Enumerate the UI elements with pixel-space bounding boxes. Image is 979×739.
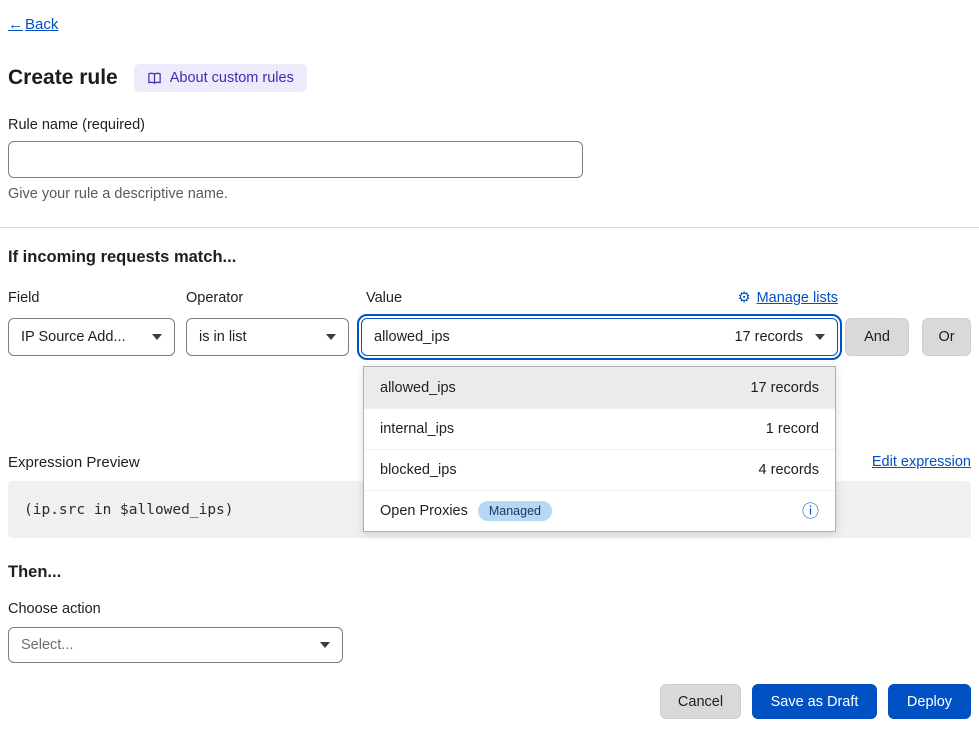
info-icon[interactable]: ⓘ — [802, 503, 819, 520]
expression-code: (ip.src in $allowed_ips) — [24, 502, 234, 518]
action-select-placeholder: Select... — [21, 637, 312, 653]
list-option-allowed-ips[interactable]: allowed_ips 17 records — [364, 367, 835, 408]
list-option-records: 4 records — [759, 462, 819, 478]
field-label: Field — [8, 290, 39, 306]
page-title: Create rule — [8, 66, 118, 90]
operator-select-value: is in list — [199, 329, 318, 345]
section-divider — [0, 227, 979, 228]
field-select-value: IP Source Add... — [21, 329, 144, 345]
value-select-value: allowed_ips — [374, 329, 726, 345]
value-select[interactable]: allowed_ips 17 records — [361, 318, 838, 356]
and-button[interactable]: And — [845, 318, 909, 356]
field-select[interactable]: IP Source Add... — [8, 318, 175, 356]
value-select-records: 17 records — [734, 329, 803, 345]
match-section-heading: If incoming requests match... — [8, 248, 236, 267]
operator-label: Operator — [186, 290, 243, 306]
cancel-button[interactable]: Cancel — [660, 684, 741, 719]
list-option-open-proxies[interactable]: Open Proxies Managed ⓘ — [364, 490, 835, 531]
list-option-name: allowed_ips — [380, 380, 456, 396]
list-option-blocked-ips[interactable]: blocked_ips 4 records — [364, 449, 835, 490]
list-option-name: blocked_ips — [380, 462, 457, 478]
or-button[interactable]: Or — [922, 318, 971, 356]
list-option-internal-ips[interactable]: internal_ips 1 record — [364, 408, 835, 449]
rule-name-label: Rule name (required) — [8, 117, 145, 133]
back-link[interactable]: ←Back — [8, 16, 58, 33]
manage-lists-link[interactable]: ⚙ Manage lists — [738, 290, 838, 306]
about-custom-rules-label: About custom rules — [170, 70, 294, 86]
list-option-name: Open Proxies — [380, 503, 468, 519]
save-as-draft-button[interactable]: Save as Draft — [752, 684, 877, 719]
list-dropdown-menu: allowed_ips 17 records internal_ips 1 re… — [363, 366, 836, 532]
about-custom-rules-link[interactable]: About custom rules — [134, 64, 307, 92]
choose-action-label: Choose action — [8, 601, 101, 617]
operator-select[interactable]: is in list — [186, 318, 349, 356]
chevron-down-icon — [320, 642, 330, 648]
gear-icon: ⚙ — [738, 290, 751, 306]
deploy-button[interactable]: Deploy — [888, 684, 971, 719]
rule-name-help: Give your rule a descriptive name. — [8, 186, 228, 202]
manage-lists-label: Manage lists — [757, 290, 838, 306]
rule-name-input[interactable] — [8, 141, 583, 178]
chevron-down-icon — [326, 334, 336, 340]
back-arrow-icon: ← — [8, 16, 23, 33]
action-select[interactable]: Select... — [8, 627, 343, 663]
list-option-records: 1 record — [766, 421, 819, 437]
value-label: Value — [366, 290, 402, 306]
list-option-records: 17 records — [750, 380, 819, 396]
list-option-name: internal_ips — [380, 421, 454, 437]
create-rule-page: ←Back Create rule About custom rules Rul… — [0, 0, 979, 739]
expression-preview-label: Expression Preview — [8, 454, 140, 471]
book-icon — [147, 71, 162, 86]
edit-expression-link[interactable]: Edit expression — [872, 454, 971, 470]
chevron-down-icon — [152, 334, 162, 340]
managed-badge: Managed — [478, 501, 552, 521]
chevron-down-icon — [815, 334, 825, 340]
title-row: Create rule About custom rules — [8, 64, 307, 92]
then-section-heading: Then... — [8, 563, 61, 582]
back-link-label: Back — [25, 16, 58, 33]
